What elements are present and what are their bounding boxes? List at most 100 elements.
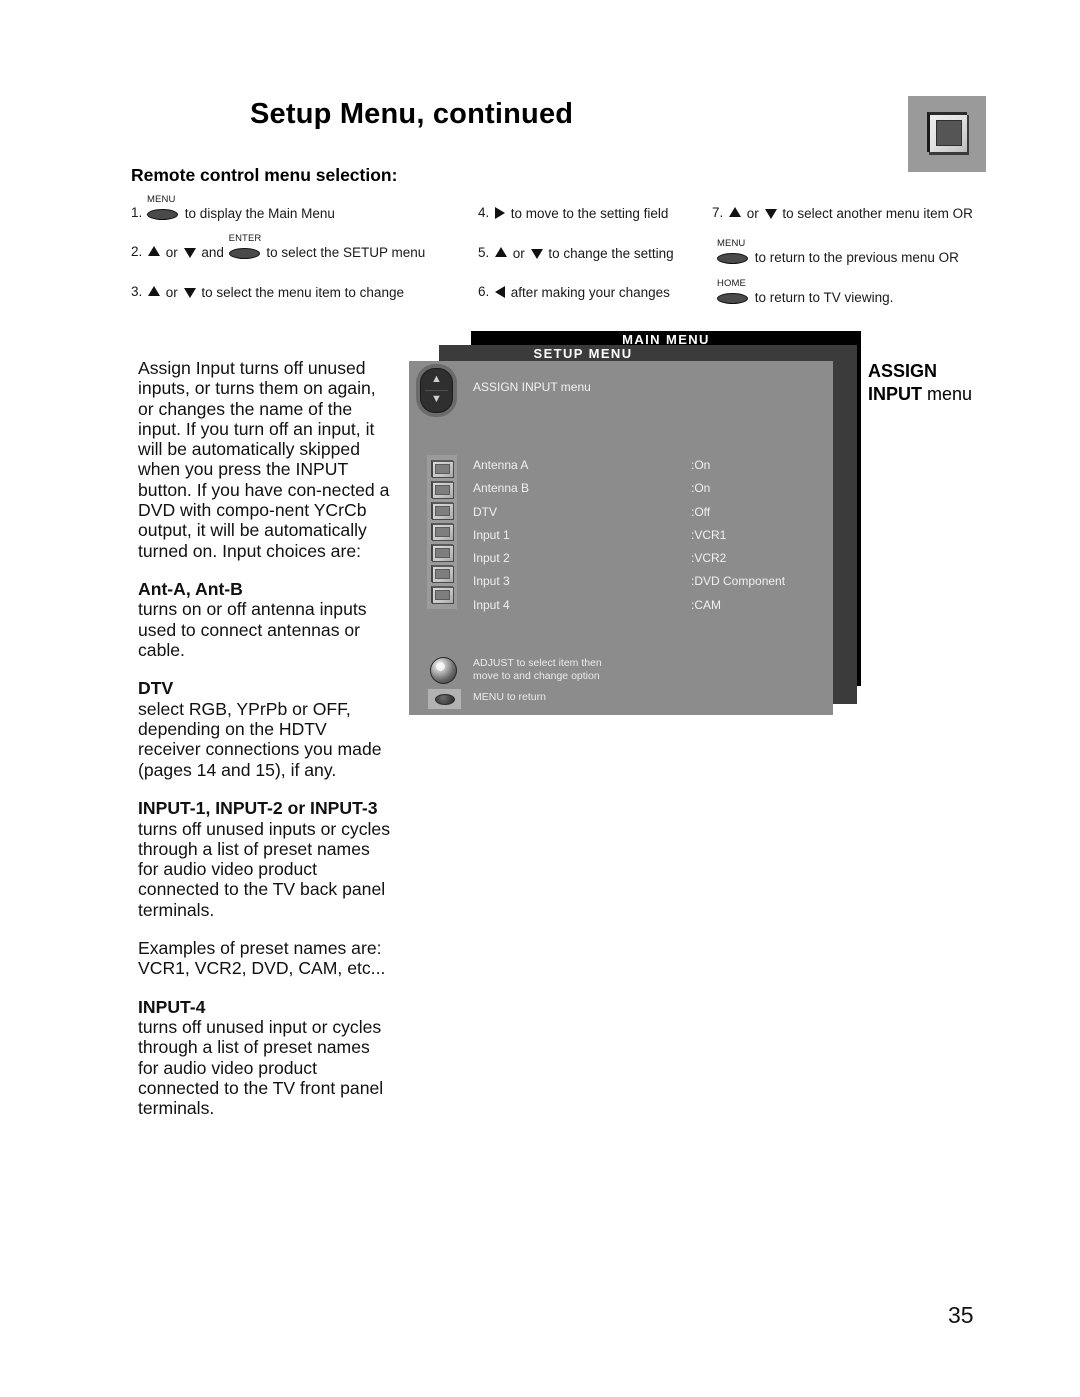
remote-step-3: 3. or to select the menu item to change	[131, 285, 404, 299]
remote-control-heading: Remote control menu selection:	[131, 165, 398, 185]
osd-row-label: Input 2	[473, 551, 510, 566]
osd-hint-adjust: ADJUST to select item then move to and c…	[427, 657, 807, 687]
input-tv-icon	[431, 481, 453, 498]
remote-step-5-text: to change the setting	[548, 245, 674, 261]
remote-step-1-number: 1.	[131, 205, 143, 220]
remote-step-3-text: to select the menu item to change	[201, 284, 404, 300]
page-title: Setup Menu, continued	[250, 98, 574, 130]
section-text-input123: turns off unused inputs or cycles throug…	[138, 818, 390, 920]
up-arrow-icon[interactable]	[495, 247, 508, 258]
down-arrow-icon[interactable]	[530, 249, 543, 260]
osd-row-label: Input 4	[473, 597, 510, 612]
home-key-icon[interactable]: HOME	[717, 278, 748, 304]
down-arrow-icon[interactable]	[183, 288, 196, 299]
osd-caption-line2-bold: INPUT	[868, 384, 922, 404]
body-column: Assign Input turns off unused inputs, or…	[138, 358, 390, 1119]
section-heading-input123: INPUT-1, INPUT-2 or INPUT-3	[138, 798, 378, 819]
remote-step-5: 5. or to change the setting	[478, 246, 674, 260]
osd-hint-adjust-line1: ADJUST to select item then	[473, 657, 602, 669]
osd-row-value: :Off	[691, 504, 711, 519]
remote-step-7-home-text: to return to TV viewing.	[754, 289, 894, 305]
rocker-divider	[425, 390, 448, 391]
menu-button-icon	[427, 688, 462, 710]
remote-step-3-number: 3.	[131, 284, 143, 299]
section-text-examples: Examples of preset names are: VCR1, VCR2…	[138, 938, 386, 979]
osd-row-label: Antenna A	[473, 458, 529, 472]
osd-hint-adjust-line2: move to and change option	[473, 669, 600, 682]
osd-row[interactable]: Input 1 :VCR1	[473, 528, 803, 551]
section-heading-input4: INPUT-4	[138, 996, 206, 1017]
up-down-rocker-icon[interactable]: ▲ ▼	[420, 368, 453, 413]
osd-caption: ASSIGN INPUT menu	[868, 360, 972, 406]
remote-step-7-or: or	[746, 205, 759, 221]
remote-step-2-and: and	[201, 244, 224, 260]
osd-row[interactable]: DTV :Off	[473, 505, 803, 528]
menu-key-oval	[717, 252, 748, 264]
input-tv-icon	[431, 523, 453, 540]
osd-row[interactable]: Antenna A :On	[473, 458, 803, 481]
menu-key-oval	[147, 208, 179, 220]
enter-key-icon[interactable]: ENTER	[228, 233, 261, 259]
remote-step-2: 2. or and ENTER to select the SETUP menu	[131, 233, 426, 260]
osd-row-label: DTV	[473, 504, 497, 519]
remote-step-4-number: 4.	[478, 205, 490, 220]
menu-key-icon[interactable]: MENU	[147, 194, 179, 220]
osd-caption-line1: ASSIGN	[868, 361, 938, 381]
section-text-ant: turns on or off antenna inputs used to c…	[138, 599, 367, 661]
remote-step-6-text: after making your changes	[510, 284, 670, 300]
osd-setup-menu-titlebar: SETUP MENU	[533, 346, 633, 361]
remote-step-4: 4. to move to the setting field	[478, 206, 668, 220]
osd-row-label: Input 3	[473, 574, 510, 589]
remote-step-5-number: 5.	[478, 245, 490, 260]
osd-row[interactable]: Antenna B :On	[473, 481, 803, 504]
osd-hint-adjust-text: ADJUST to select item then move to and c…	[473, 657, 602, 682]
input-tv-icon	[431, 460, 453, 477]
section-heading-ant: Ant-A, Ant-B	[138, 578, 243, 599]
osd-row-value: :On	[691, 458, 711, 472]
osd-input-icon-strip	[427, 455, 457, 609]
osd-row[interactable]: Input 4 :CAM	[473, 598, 803, 621]
osd-row[interactable]: Input 2 :VCR2	[473, 551, 803, 574]
tv-monitor-icon	[908, 96, 986, 172]
input-tv-icon	[431, 586, 453, 603]
osd-hint-list: ADJUST to select item then move to and c…	[427, 657, 807, 713]
remote-step-1: 1. MENU to display the Main Menu	[131, 194, 335, 221]
remote-step-5-or: or	[512, 245, 525, 261]
osd-screen-title: ASSIGN INPUT menu	[473, 380, 591, 394]
osd-row-value: :CAM	[691, 597, 721, 612]
home-key-oval	[717, 292, 748, 304]
remote-step-6-number: 6.	[478, 284, 490, 299]
enter-key-oval	[228, 247, 260, 259]
remote-step-2-text: to select the SETUP menu	[266, 244, 426, 260]
remote-step-1-text: to display the Main Menu	[184, 205, 335, 221]
up-arrow-icon[interactable]	[148, 286, 161, 297]
osd-row-value: :On	[691, 481, 711, 496]
remote-step-7-text: to select another menu item OR	[782, 205, 973, 221]
osd-caption-line2-thin: menu	[927, 384, 973, 404]
remote-step-3-or: or	[165, 284, 178, 300]
menu-key-icon[interactable]: MENU	[717, 238, 748, 264]
up-arrow-icon[interactable]	[729, 207, 742, 218]
up-arrow-icon[interactable]	[148, 246, 161, 257]
down-arrow-icon[interactable]	[764, 209, 777, 220]
input-tv-icon	[431, 544, 453, 561]
osd-hint-menu-text: MENU to return	[473, 691, 546, 703]
page-number: 35	[948, 1302, 974, 1328]
adjust-knob-icon	[430, 657, 457, 684]
osd-row-value: :DVD Component	[691, 574, 786, 589]
remote-step-7-menu-text: to return to the previous menu OR	[754, 249, 959, 265]
tv-monitor-icon-screen	[936, 120, 962, 146]
remote-step-7-menu: MENU to return to the previous menu OR	[716, 238, 959, 265]
osd-row-label: Input 1	[473, 527, 510, 542]
home-key-label: HOME	[717, 277, 746, 289]
menu-key-label: MENU	[717, 237, 746, 249]
left-arrow-icon[interactable]	[495, 286, 506, 299]
body-intro-paragraph: Assign Input turns off unused inputs, or…	[138, 358, 390, 561]
remote-step-7: 7. or to select another menu item OR	[712, 206, 973, 220]
chevron-up-icon: ▲	[431, 373, 442, 385]
remote-step-4-text: to move to the setting field	[510, 205, 669, 221]
down-arrow-icon[interactable]	[183, 248, 196, 259]
osd-row[interactable]: Input 3 :DVD Component	[473, 574, 803, 597]
menu-key-label: MENU	[147, 193, 176, 205]
right-arrow-icon[interactable]	[495, 207, 506, 220]
